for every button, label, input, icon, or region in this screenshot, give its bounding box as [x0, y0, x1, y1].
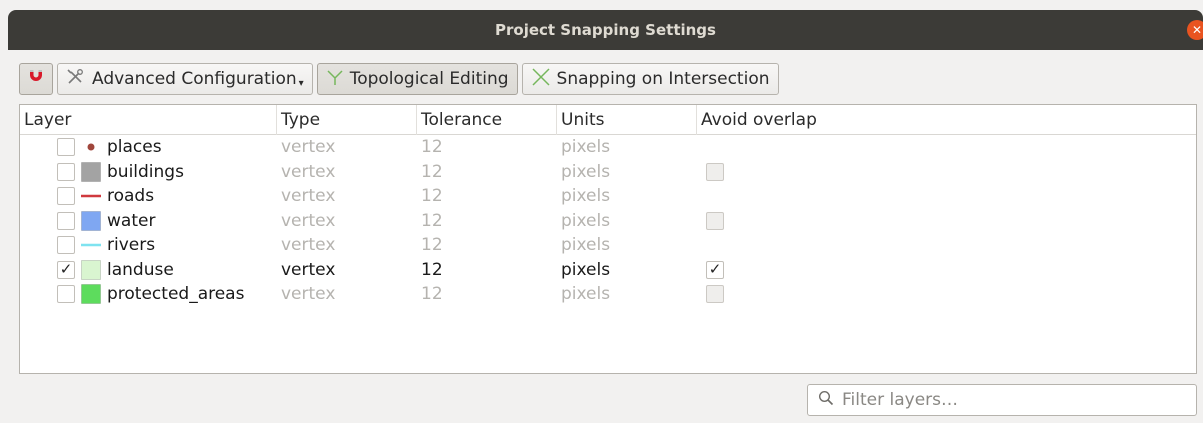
snapping-on-intersection-label: Snapping on Intersection — [556, 69, 770, 89]
units-cell: pixels — [561, 235, 611, 256]
toolbar: Advanced Configuration ▾ Topological Edi… — [19, 62, 779, 96]
layer-cell: ✓ landuse — [20, 258, 277, 283]
snapping-on-intersection-button[interactable]: Snapping on Intersection — [521, 63, 779, 95]
layer-enable-checkbox[interactable] — [57, 236, 75, 255]
topological-icon — [326, 68, 344, 91]
filter-layers-input[interactable] — [842, 390, 1182, 410]
layer-enable-checkbox[interactable]: ✓ — [57, 260, 75, 279]
point-symbol-icon — [81, 137, 101, 157]
layer-cell: rivers — [20, 233, 277, 258]
layer-name: rivers — [107, 235, 156, 256]
layer-enable-checkbox[interactable] — [57, 285, 75, 304]
layer-name: water — [107, 210, 156, 231]
table-row[interactable]: roads vertex 12 pixels — [20, 184, 1196, 209]
table-header: Layer Type Tolerance Units Avoid overlap — [20, 104, 1196, 135]
layer-table: Layer Type Tolerance Units Avoid overlap… — [19, 104, 1197, 374]
units-cell: pixels — [561, 186, 611, 207]
column-header-type[interactable]: Type — [277, 104, 417, 135]
advanced-config-icon — [66, 68, 86, 91]
polygon-symbol-icon — [81, 161, 101, 182]
layer-enable-checkbox[interactable] — [57, 138, 75, 157]
advanced-configuration-button[interactable]: Advanced Configuration ▾ — [57, 63, 313, 95]
layer-cell: roads — [20, 184, 277, 209]
topological-editing-label: Topological Editing — [349, 69, 509, 89]
units-cell: pixels — [561, 284, 611, 305]
tolerance-cell: 12 — [421, 161, 443, 182]
tolerance-cell: 12 — [421, 284, 443, 305]
polygon-symbol-icon — [81, 259, 101, 280]
layer-enable-checkbox[interactable] — [57, 211, 75, 230]
column-header-units[interactable]: Units — [557, 104, 697, 135]
tolerance-cell[interactable]: 12 — [417, 258, 557, 283]
layer-cell: water — [20, 209, 277, 234]
layer-name: landuse — [107, 259, 174, 280]
filter-layers-field[interactable] — [807, 384, 1197, 416]
title-bar: Project Snapping Settings ✕ — [8, 10, 1203, 50]
tolerance-cell: 12 — [421, 235, 443, 256]
magnet-icon — [26, 67, 46, 92]
units-cell: pixels — [561, 210, 611, 231]
snap-type-cell: vertex — [281, 284, 336, 305]
layer-name: buildings — [107, 161, 184, 182]
snap-type-cell: vertex — [281, 210, 336, 231]
layer-enable-checkbox[interactable] — [57, 187, 75, 206]
snap-type-cell: vertex — [281, 235, 336, 256]
layer-cell: protected_areas — [20, 282, 277, 307]
column-header-avoid-overlap[interactable]: Avoid overlap — [697, 105, 1196, 135]
units-cell: pixels — [561, 161, 611, 182]
snap-type-cell[interactable]: vertex — [277, 258, 417, 283]
intersection-icon — [531, 67, 551, 92]
polygon-symbol-icon — [81, 210, 101, 231]
column-header-tolerance[interactable]: Tolerance — [417, 104, 557, 135]
avoid-overlap-checkbox[interactable] — [706, 211, 724, 230]
table-row[interactable]: ✓ landuse vertex 12 pixels ✓ — [20, 258, 1196, 283]
units-cell[interactable]: pixels — [557, 258, 697, 283]
avoid-overlap-checkbox[interactable] — [706, 285, 724, 303]
window-title: Project Snapping Settings — [495, 21, 716, 39]
tolerance-cell: 12 — [421, 210, 443, 231]
snap-type-cell: vertex — [281, 137, 336, 158]
table-row[interactable]: places vertex 12 pixels — [20, 135, 1196, 160]
avoid-overlap-checkbox[interactable] — [706, 162, 724, 181]
layer-enable-checkbox[interactable] — [57, 162, 75, 181]
layer-name: roads — [107, 186, 155, 207]
table-row[interactable]: water vertex 12 pixels — [20, 209, 1196, 234]
tolerance-cell: 12 — [421, 137, 443, 158]
layer-cell: places — [20, 135, 277, 160]
layer-cell: buildings — [20, 160, 277, 185]
table-row[interactable]: rivers vertex 12 pixels — [20, 233, 1196, 258]
advanced-configuration-label: Advanced Configuration — [92, 69, 297, 89]
topological-editing-button[interactable]: Topological Editing — [316, 63, 518, 95]
avoid-overlap-checkbox[interactable]: ✓ — [706, 260, 724, 279]
line-symbol-icon — [81, 186, 101, 206]
polygon-symbol-icon — [81, 284, 101, 305]
snap-type-cell: vertex — [281, 186, 336, 207]
chevron-down-icon: ▾ — [298, 77, 304, 89]
layer-name: places — [107, 137, 162, 158]
units-cell: pixels — [561, 137, 611, 158]
table-body: places vertex 12 pixels buildings vertex 12 pix… — [20, 135, 1196, 307]
search-icon — [818, 390, 834, 411]
table-row[interactable]: protected_areas vertex 12 pixels — [20, 282, 1196, 307]
table-row[interactable]: buildings vertex 12 pixels — [20, 160, 1196, 185]
column-header-layer[interactable]: Layer — [20, 104, 277, 135]
close-icon[interactable]: ✕ — [1187, 20, 1203, 40]
snap-type-cell: vertex — [281, 161, 336, 182]
layer-name: protected_areas — [107, 284, 245, 305]
enable-snapping-button[interactable] — [19, 63, 53, 95]
tolerance-cell: 12 — [421, 186, 443, 207]
line-symbol-icon — [81, 235, 101, 255]
